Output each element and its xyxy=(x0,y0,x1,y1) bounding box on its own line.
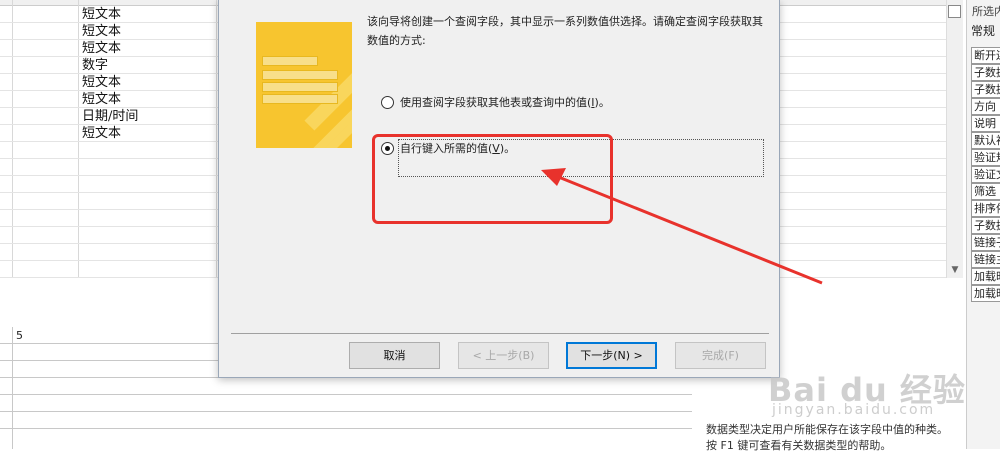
wizard-instruction: 该向导将创建一个查阅字段，其中显示一系列数值供选择。请确定查阅字段获取其数值的方… xyxy=(367,15,763,47)
property-item[interactable]: 断开连接 xyxy=(971,47,1000,64)
property-item[interactable]: 子数据表 xyxy=(971,217,1000,234)
property-row[interactable] xyxy=(0,395,692,412)
property-row[interactable] xyxy=(0,378,692,395)
cancel-button[interactable]: 取消 xyxy=(349,342,440,369)
illustration-list-item xyxy=(262,70,338,80)
finish-button[interactable]: 完成(F) xyxy=(675,342,766,369)
option-suffix: )。 xyxy=(594,96,610,109)
property-item[interactable]: 子数据表 xyxy=(971,64,1000,81)
next-button[interactable]: 下一步(N) > xyxy=(566,342,657,369)
data-type-cell[interactable]: 短文本 xyxy=(82,74,121,91)
scroll-down-icon[interactable]: ▼ xyxy=(947,262,963,278)
data-type-help-text: 数据类型决定用户所能保存在该字段中值的种类。按 F1 键可查看有关数据类型的帮助… xyxy=(706,423,948,452)
property-value[interactable]: 5 xyxy=(16,329,23,342)
data-type-cell[interactable]: 日期/时间 xyxy=(82,108,138,125)
data-type-cell[interactable]: 短文本 xyxy=(82,125,121,142)
option-label: 使用查阅字段获取其他表或查询中的值( xyxy=(400,96,592,109)
scroll-checkbox[interactable] xyxy=(948,5,961,18)
property-item[interactable]: 验证文本 xyxy=(971,166,1000,183)
property-item[interactable]: 加载时的 xyxy=(971,268,1000,285)
property-sheet-title: 所选内容的类型 xyxy=(972,5,1000,18)
property-item[interactable]: 默认视图 xyxy=(971,132,1000,149)
data-type-cell[interactable]: 短文本 xyxy=(82,40,121,57)
watermark-url: jingyan.baidu.com xyxy=(772,402,936,418)
tab-general[interactable]: 常规 xyxy=(971,22,995,39)
data-type-cell[interactable]: 短文本 xyxy=(82,91,121,108)
back-button[interactable]: < 上一步(B) xyxy=(458,342,549,369)
annotation-highlight-box xyxy=(372,134,613,224)
illustration-list-item xyxy=(262,94,338,104)
data-type-cell[interactable]: 短文本 xyxy=(82,23,121,40)
property-item[interactable]: 验证规则 xyxy=(971,149,1000,166)
property-item[interactable]: 说明 xyxy=(971,115,1000,132)
property-item[interactable]: 链接主字段 xyxy=(971,251,1000,268)
property-item[interactable]: 子数据表 xyxy=(971,81,1000,98)
property-row[interactable] xyxy=(0,412,692,429)
property-item[interactable]: 加载时的 xyxy=(971,285,1000,302)
data-type-cell[interactable]: 短文本 xyxy=(82,6,121,23)
property-item[interactable]: 链接子字段 xyxy=(971,234,1000,251)
button-separator xyxy=(231,333,769,334)
property-item[interactable]: 方向 xyxy=(971,98,1000,115)
property-item[interactable]: 排序依据 xyxy=(971,200,1000,217)
radio-unchecked-icon[interactable] xyxy=(381,95,394,109)
illustration-list-item xyxy=(262,82,338,92)
data-type-cell[interactable]: 数字 xyxy=(82,57,108,74)
vertical-scrollbar[interactable]: ▼ xyxy=(946,0,963,278)
option-lookup-from-table[interactable]: 使用查阅字段获取其他表或查询中的值(I)。 xyxy=(381,94,610,110)
property-sheet: 所选内容的类型 常规 断开连接 子数据表 子数据表 方向 说明 默认视图 验证规… xyxy=(966,0,1000,449)
wizard-illustration xyxy=(256,22,352,148)
property-item[interactable]: 筛选 xyxy=(971,183,1000,200)
illustration-dropdown xyxy=(262,56,318,66)
